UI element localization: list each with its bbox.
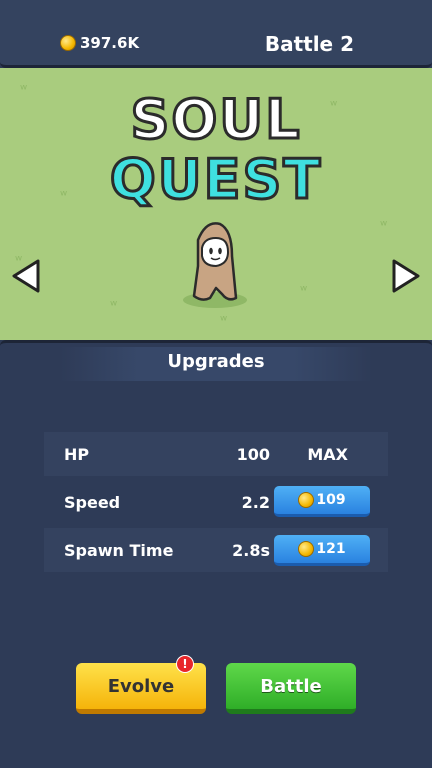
upgrade-value: 100: [236, 444, 270, 464]
battle-button[interactable]: Battle: [226, 663, 356, 714]
game-title-soul: SOUL: [129, 87, 302, 153]
coin-amount: 397.6K: [80, 34, 140, 52]
upgrade-row-speed: Speed 2.2 109: [44, 480, 388, 524]
hooded-soul-character: [183, 222, 247, 308]
upgrade-label: Spawn Time: [64, 540, 174, 560]
grass-tuft: ʷ: [110, 298, 118, 314]
arrow-left-icon[interactable]: [10, 258, 42, 294]
arrow-right-icon[interactable]: [390, 258, 422, 294]
coin-icon: [298, 541, 315, 557]
upgrade-speed-button[interactable]: 109: [274, 486, 370, 517]
coin-balance: 397.6K: [60, 34, 139, 52]
max-badge: MAX: [307, 444, 348, 464]
upgrade-label: Speed: [64, 492, 121, 512]
game-title-quest: QUEST: [108, 147, 323, 213]
upgrade-value: 2.2: [241, 492, 270, 512]
top-bar: 397.6K Battle 2: [0, 0, 432, 68]
upgrade-cost: 121: [316, 541, 346, 557]
coin-icon: [60, 35, 76, 51]
upgrades-title: Upgrades: [167, 351, 265, 372]
upgrade-row-spawn-time: Spawn Time 2.8s 121: [44, 528, 388, 572]
upgrade-row-hp: HP 100 MAX: [44, 432, 388, 476]
grass-tuft: ʷ: [380, 218, 388, 234]
upgrade-value: 2.8s: [232, 540, 270, 560]
coin-icon: [298, 492, 315, 508]
upgrade-label: HP: [64, 444, 90, 464]
alert-icon: !: [176, 655, 194, 673]
upgrade-cost: 109: [316, 492, 346, 508]
grass-tuft: ʷ: [300, 283, 308, 299]
grass-tuft: ʷ: [220, 313, 228, 329]
upgrade-spawn-time-button[interactable]: 121: [274, 535, 370, 566]
battle-number: Battle 2: [264, 32, 354, 56]
